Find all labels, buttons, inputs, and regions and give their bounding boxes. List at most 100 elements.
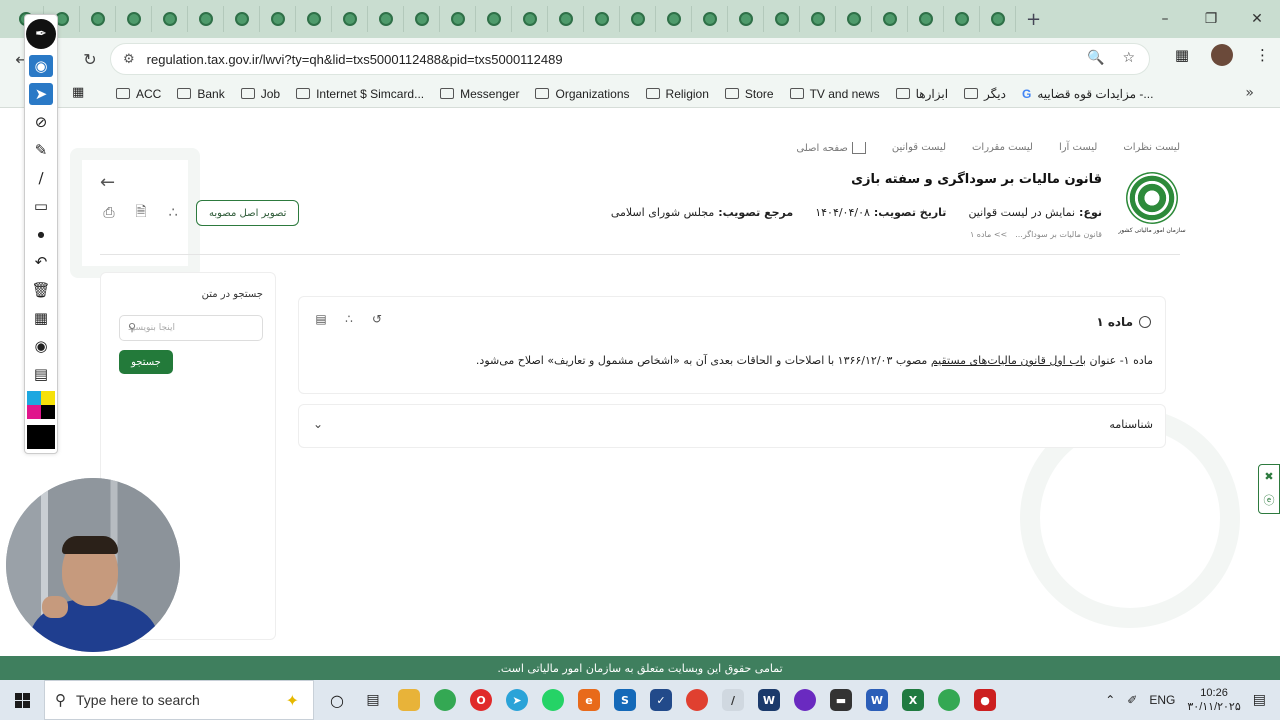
nav-opinions[interactable]: لیست نظرات: [1123, 142, 1180, 154]
menu-icon[interactable]: ⋮: [1255, 46, 1270, 64]
bookmark-item[interactable]: Store: [724, 87, 774, 101]
pen-app-icon[interactable]: ∕: [722, 689, 744, 711]
close-icon[interactable]: ✕: [1234, 0, 1280, 38]
bookmark-item[interactable]: G مزایدات قوه قضاییه -...: [1022, 87, 1153, 101]
notification-icon[interactable]: ▤: [1253, 692, 1266, 708]
search-input[interactable]: اینجا بنویسید ⚲: [119, 315, 263, 341]
cortana-icon[interactable]: ○: [326, 689, 348, 711]
nav-laws[interactable]: لیست قوانین: [892, 142, 946, 154]
browser-tab[interactable]: [728, 6, 764, 32]
browser-tab[interactable]: [908, 6, 944, 32]
browser-tab[interactable]: [980, 6, 1016, 32]
browser-tab[interactable]: [800, 6, 836, 32]
comment-icon[interactable]: ▤: [313, 311, 329, 327]
side-widget[interactable]: ✖ ⓔ: [1258, 464, 1280, 514]
print-icon[interactable]: ⎙: [100, 204, 118, 222]
extensions-icon[interactable]: ▦: [1175, 46, 1189, 64]
chevron-up-icon[interactable]: ⌃: [1105, 693, 1115, 707]
camera-icon[interactable]: ◉: [29, 335, 53, 357]
shield-icon[interactable]: ✓: [650, 689, 672, 711]
apps-grid-icon[interactable]: ▦: [72, 85, 84, 100]
chevron-down-icon[interactable]: ⌄: [313, 417, 323, 431]
swatch-magenta[interactable]: [27, 405, 41, 419]
browser-tab[interactable]: [656, 6, 692, 32]
app-e-icon[interactable]: e: [578, 689, 600, 711]
bookmark-item[interactable]: دیگر: [964, 87, 1006, 101]
browser-tab[interactable]: [260, 6, 296, 32]
swatch-yellow[interactable]: [41, 391, 55, 405]
cursor-icon[interactable]: ➤: [29, 83, 53, 105]
browser-tab[interactable]: [692, 6, 728, 32]
bookmark-item[interactable]: Organizations: [535, 87, 630, 101]
nav-rulings[interactable]: لیست آرا: [1059, 142, 1097, 154]
browser-tab[interactable]: [332, 6, 368, 32]
more-bookmarks-icon[interactable]: »: [1245, 85, 1254, 101]
undo-icon[interactable]: ↶: [29, 251, 53, 273]
browser-tab[interactable]: [836, 6, 872, 32]
bookmark-item[interactable]: Messenger: [440, 87, 519, 101]
minimize-icon[interactable]: –: [1142, 0, 1188, 38]
bookmark-item[interactable]: Job: [240, 87, 280, 101]
article-link[interactable]: باب اول قانون مالیات‌های مستقیم: [931, 354, 1086, 367]
bookmark-star-icon[interactable]: ☆: [1122, 50, 1135, 66]
browser-tab[interactable]: [584, 6, 620, 32]
breadcrumb-law[interactable]: قانون مالیات بر سوداگر...: [1015, 230, 1102, 239]
nav-regulations[interactable]: لیست مقررات: [972, 142, 1033, 154]
color-swatches[interactable]: [27, 391, 55, 419]
document-icon[interactable]: 🗎: [132, 204, 150, 222]
app-red-icon[interactable]: [686, 689, 708, 711]
swatch-cyan[interactable]: [27, 391, 41, 405]
share-icon[interactable]: ∴: [341, 311, 357, 327]
app-s-icon[interactable]: S: [614, 689, 636, 711]
browser-tab[interactable]: [872, 6, 908, 32]
chrome-icon[interactable]: [938, 689, 960, 711]
app-purple-icon[interactable]: [794, 689, 816, 711]
browser-tab[interactable]: [188, 6, 224, 32]
excel-icon[interactable]: X: [902, 689, 924, 711]
bookmark-item[interactable]: Religion: [645, 87, 709, 101]
restore-icon[interactable]: ❐: [1188, 0, 1234, 38]
bookmark-item[interactable]: Bank: [177, 87, 225, 101]
zoom-icon[interactable]: 🔍: [1087, 50, 1104, 66]
reload-icon[interactable]: ↻: [74, 43, 106, 75]
taskbar-search[interactable]: ⚲ Type here to search ✦: [44, 680, 314, 720]
language-indicator[interactable]: ENG: [1149, 693, 1175, 707]
close-circle-icon[interactable]: ✖: [1264, 470, 1273, 483]
ruler-icon[interactable]: ▭: [29, 195, 53, 217]
address-bar[interactable]: ⚙ regulation.tax.gov.ir/lwvi?ty=qh&lid=t…: [110, 43, 1150, 75]
recorder-icon[interactable]: ●: [974, 689, 996, 711]
bookmark-item[interactable]: ACC: [116, 87, 161, 101]
profile-avatar[interactable]: [1211, 44, 1233, 66]
bookmark-item[interactable]: TV and news: [789, 87, 880, 101]
original-document-button[interactable]: تصویر اصل مصوبه: [196, 200, 300, 226]
terminal-icon[interactable]: ▬: [830, 689, 852, 711]
dot-icon[interactable]: ●: [29, 223, 53, 245]
whiteboard-icon[interactable]: ▦: [29, 307, 53, 329]
e-icon[interactable]: ⓔ: [1264, 492, 1275, 508]
file-explorer-icon[interactable]: [398, 689, 420, 711]
browser-tab[interactable]: [296, 6, 332, 32]
identity-accordion[interactable]: شناسنامه ⌄: [298, 404, 1166, 448]
task-view-icon[interactable]: ▤: [362, 689, 384, 711]
browser-tab[interactable]: [476, 6, 512, 32]
history-icon[interactable]: ↺: [369, 311, 385, 327]
bookmark-item[interactable]: Internet $ Simcard...: [296, 87, 424, 101]
highlighter-icon[interactable]: ✎: [29, 139, 53, 161]
browser-tab[interactable]: [368, 6, 404, 32]
eraser-icon[interactable]: ⊘: [29, 111, 53, 133]
browser-tab[interactable]: [512, 6, 548, 32]
word-icon[interactable]: W: [866, 689, 888, 711]
new-tab-button[interactable]: +: [1026, 9, 1041, 30]
start-button[interactable]: [0, 680, 44, 720]
line-icon[interactable]: ∕: [29, 167, 53, 189]
browser-tab[interactable]: [620, 6, 656, 32]
browser-tab[interactable]: [80, 6, 116, 32]
browser-tab[interactable]: [224, 6, 260, 32]
site-info-icon[interactable]: ⚙: [123, 52, 135, 67]
browser-tab[interactable]: [944, 6, 980, 32]
app-w-icon[interactable]: W: [758, 689, 780, 711]
chrome-icon[interactable]: [434, 689, 456, 711]
browser-tab[interactable]: [440, 6, 476, 32]
current-color[interactable]: [27, 425, 55, 449]
opera-icon[interactable]: O: [470, 689, 492, 711]
